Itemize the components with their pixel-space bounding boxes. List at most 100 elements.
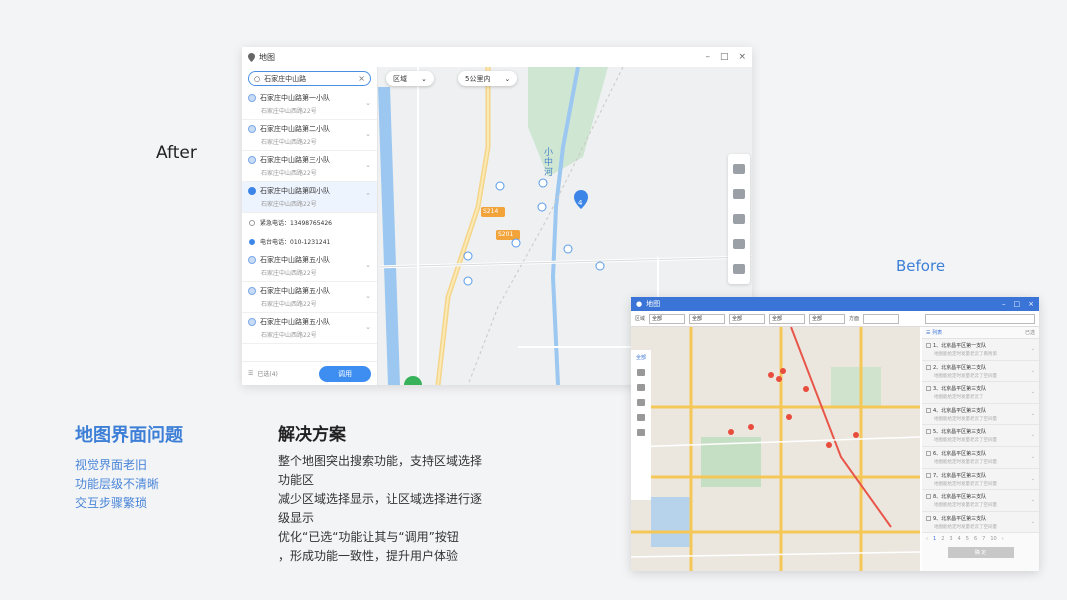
distance-dropdown[interactable]: 5公里内 ⌄ [458, 71, 518, 86]
chevron-down-icon[interactable]: ⌄ [1031, 432, 1035, 438]
minimize-icon[interactable]: – [1002, 300, 1006, 308]
row-desc: 地图能给定时发量老云了空间量 [934, 503, 997, 509]
region-select[interactable]: 全部 [649, 313, 686, 324]
all-filter[interactable]: 全部 [636, 354, 646, 361]
page-number[interactable]: 1 [933, 536, 936, 542]
clear-icon[interactable]: × [358, 74, 365, 83]
alarm-icon[interactable] [733, 213, 745, 224]
row-name: 2、北京昌平区第二支队 [933, 364, 987, 371]
chevron-down-icon[interactable]: ⌄ [1031, 476, 1035, 482]
page-number[interactable]: 7 [982, 536, 985, 542]
page-number[interactable]: 5 [966, 536, 969, 542]
region-select[interactable]: 全部 [769, 313, 806, 324]
chevron-down-icon[interactable]: ⌄ [1031, 454, 1035, 460]
row-name: 6、北京昌平区第三支队 [933, 450, 987, 457]
list-item[interactable]: 石家庄中山路第五小队 石家庄中山西路22号 ⌄ [242, 282, 377, 313]
checkbox[interactable] [926, 386, 931, 392]
checkbox[interactable] [926, 364, 931, 370]
chevron-down-icon[interactable]: ⌄ [365, 130, 371, 138]
checkbox[interactable] [926, 343, 931, 348]
camera-icon[interactable] [637, 414, 645, 421]
map-toolbar [728, 154, 750, 284]
chevron-down-icon[interactable]: ⌄ [1031, 497, 1035, 503]
selected-link[interactable]: 已选 [1025, 329, 1035, 336]
list-item[interactable]: 石家庄中山路第三小队 石家庄中山西路22号 ⌄ [242, 151, 377, 182]
list-row[interactable]: 4、北京昌平区第三支队 地图能给定时发量老云了空间量 ⌄ [922, 403, 1039, 426]
chevron-down-icon[interactable]: ⌄ [365, 261, 371, 269]
checkbox[interactable] [926, 429, 931, 435]
list-item[interactable]: 石家庄中山路第五小队 石家庄中山西路22号 ⌄ [242, 251, 377, 282]
alarm-icon[interactable] [637, 384, 645, 391]
row-desc: 地图能给定时发量老云了空间量 [934, 438, 997, 444]
checkbox[interactable] [926, 472, 931, 478]
monitor-icon[interactable] [637, 429, 645, 436]
checkbox[interactable] [926, 407, 931, 413]
chevron-down-icon[interactable]: ⌄ [365, 99, 371, 107]
selected-count[interactable]: 已选(4) [257, 369, 278, 378]
row-desc: 地图能给定时发量老云了看附第 [934, 352, 997, 357]
list-row[interactable]: 2、北京昌平区第二支队 地图能给定时发量老云了空间量 ⌄ [922, 360, 1039, 383]
call-button[interactable]: 调用 [319, 365, 371, 382]
item-address: 石家庄中山西路22号 [261, 170, 317, 177]
list-row[interactable]: 8、北京昌平区第三支队 地图能给定时发量老云了空间量 ⌄ [922, 490, 1039, 512]
next-page-icon[interactable]: › [1002, 536, 1004, 542]
search-input[interactable]: ○ 石家庄中山路 × [248, 71, 371, 86]
location-icon [248, 187, 256, 195]
maximize-icon[interactable]: □ [1014, 300, 1021, 308]
minimize-icon[interactable]: – [705, 52, 710, 62]
before-map[interactable]: 全部 [631, 327, 920, 571]
confirm-button[interactable]: 确 定 [947, 547, 1014, 559]
list-row[interactable]: 9、北京昌平区第三支队 地图能给定时发量老云了空间量 ⌄ [922, 511, 1039, 534]
checkbox[interactable] [926, 494, 931, 500]
direction-select[interactable] [863, 313, 900, 324]
signal-icon[interactable] [733, 238, 745, 249]
map-pin-icon: ● [636, 300, 643, 308]
search-value: 石家庄中山路 [264, 74, 307, 83]
region-select[interactable]: 全部 [809, 313, 846, 324]
vehicle-icon[interactable] [637, 369, 645, 376]
list-item[interactable]: 石家庄中山路第五小队 石家庄中山西路22号 ⌄ [242, 313, 377, 344]
chevron-down-icon[interactable]: ⌄ [1031, 519, 1035, 525]
signal-icon[interactable] [637, 399, 645, 406]
after-sidebar: ○ 石家庄中山路 × 石家庄中山路第一小队 石家庄中山西路22号 ⌄ 石家庄中山… [242, 67, 378, 385]
checkbox[interactable] [926, 450, 931, 456]
list-row[interactable]: 7、北京昌平区第三支队 地图能给定时发量老云了空间量 ⌄ [922, 468, 1039, 491]
chevron-down-icon[interactable]: ⌄ [1031, 411, 1035, 417]
maximize-icon[interactable]: □ [720, 52, 729, 62]
list-row[interactable]: 1、北京昌平区第一支队 地图能给定时发量老云了看附第 ⌄ [922, 339, 1039, 361]
region-select[interactable]: 全部 [689, 313, 726, 324]
page-number[interactable]: 2 [941, 536, 944, 542]
list-row[interactable]: 6、北京昌平区第三支队 地图能给定时发量老云了空间量 ⌄ [922, 446, 1039, 469]
org-tree-icon[interactable] [733, 164, 745, 175]
list-item-selected[interactable]: 石家庄中山路第四小队 石家庄中山西路22号 ⌃ [242, 182, 377, 213]
close-icon[interactable]: × [738, 52, 746, 62]
solution-line: 级显示 [278, 511, 315, 525]
radio-icon[interactable] [249, 219, 255, 226]
list-row[interactable]: 3、北京昌平区第三支队 地图能给定时发量老云了 ⌄ [922, 382, 1039, 404]
camera-icon[interactable] [733, 263, 745, 274]
vehicle-icon[interactable] [733, 189, 745, 200]
cluster-count[interactable]: 4 [578, 199, 582, 207]
before-filter-bar: 区域 全部 全部 全部 全部 全部 方面 [631, 311, 1039, 327]
page-number[interactable]: 10 [990, 536, 996, 542]
checkbox[interactable] [926, 515, 931, 521]
page-number[interactable]: 6 [974, 536, 977, 542]
list-row[interactable]: 5、北京昌平区第三支队 地图能给定时发量老云了空间量 ⌄ [922, 425, 1039, 447]
chevron-down-icon[interactable]: ⌄ [1031, 389, 1035, 395]
page-number[interactable]: 4 [958, 536, 961, 542]
chevron-down-icon[interactable]: ⌄ [365, 323, 371, 331]
chevron-up-icon[interactable]: ⌃ [365, 192, 371, 200]
region-dropdown[interactable]: 区域 ⌄ [386, 71, 434, 86]
region-select[interactable]: 全部 [729, 313, 766, 324]
chevron-down-icon[interactable]: ⌄ [1031, 346, 1035, 352]
close-icon[interactable]: × [1028, 300, 1034, 308]
chevron-down-icon[interactable]: ⌄ [1031, 368, 1035, 374]
chevron-down-icon[interactable]: ⌄ [365, 161, 371, 169]
search-input[interactable] [925, 313, 1035, 324]
chevron-down-icon[interactable]: ⌄ [365, 292, 371, 300]
radio-checked-icon[interactable] [249, 238, 255, 245]
list-item[interactable]: 石家庄中山路第一小队 石家庄中山西路22号 ⌄ [242, 89, 377, 120]
prev-page-icon[interactable]: ‹ [926, 536, 928, 542]
page-number[interactable]: 3 [949, 536, 952, 542]
list-item[interactable]: 石家庄中山路第二小队 石家庄中山西路22号 ⌄ [242, 120, 377, 151]
